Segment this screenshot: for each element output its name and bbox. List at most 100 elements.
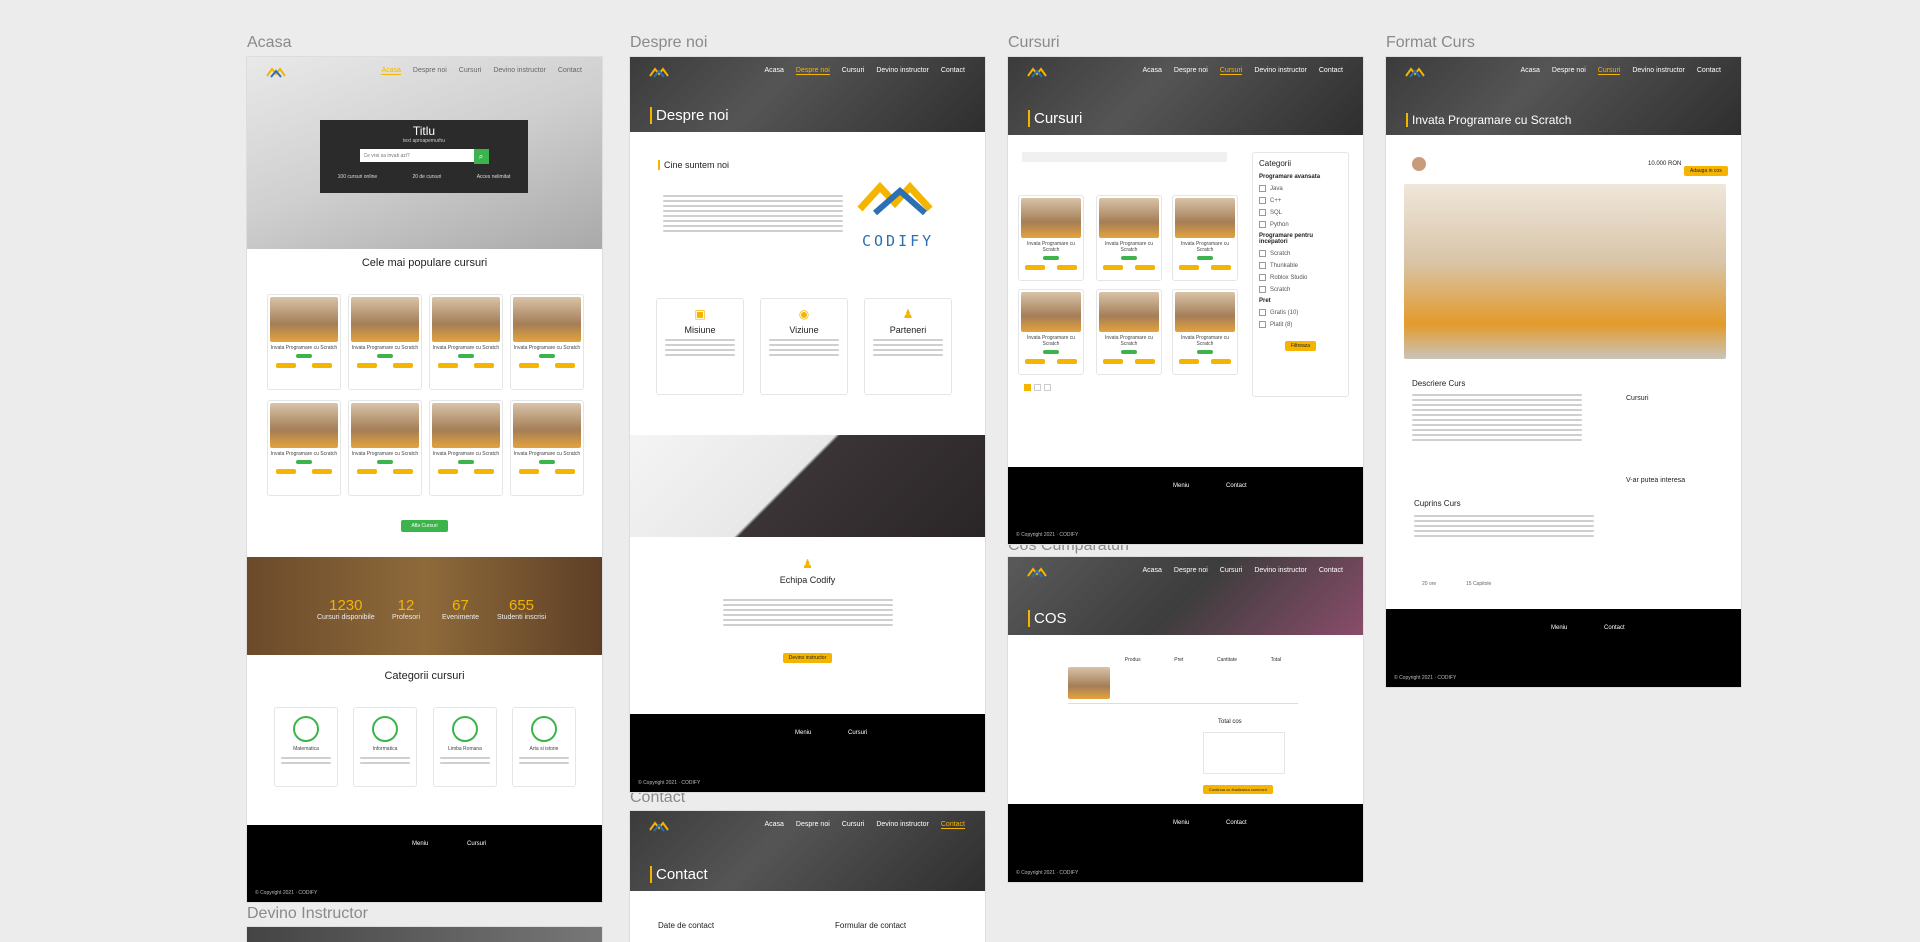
nav-devino[interactable]: Devino instructor bbox=[1632, 67, 1685, 75]
details-button[interactable] bbox=[1103, 359, 1123, 364]
filter-checkbox[interactable]: Platit (8) bbox=[1259, 321, 1342, 328]
checkout-button[interactable]: Continua cu finalizarea comenzii bbox=[1203, 785, 1273, 794]
course-card[interactable]: Invata Programare cu Scratch bbox=[1018, 289, 1084, 375]
nav-devino[interactable]: Devino instructor bbox=[876, 67, 929, 75]
nav-cursuri[interactable]: Cursuri bbox=[842, 821, 865, 829]
nav-acasa[interactable]: Acasa bbox=[381, 67, 401, 75]
nav-contact[interactable]: Contact bbox=[940, 821, 965, 829]
category-card[interactable]: Informatica bbox=[353, 707, 417, 787]
nav-acasa[interactable]: Acasa bbox=[1142, 567, 1161, 574]
details-button[interactable] bbox=[1025, 359, 1045, 364]
codify-logo bbox=[1027, 67, 1047, 78]
pagination[interactable] bbox=[1024, 384, 1051, 391]
buy-button[interactable] bbox=[1057, 265, 1077, 270]
buy-button[interactable] bbox=[1135, 265, 1155, 270]
nav-despre[interactable]: Despre noi bbox=[1174, 67, 1208, 75]
filter-checkbox[interactable]: SQL bbox=[1259, 209, 1342, 216]
filter-checkbox[interactable]: C++ bbox=[1259, 197, 1342, 204]
nav-despre[interactable]: Despre noi bbox=[1552, 67, 1586, 75]
buy-button[interactable] bbox=[474, 469, 494, 474]
course-card[interactable]: Invata Programare cu Scratch bbox=[429, 400, 503, 496]
buy-button[interactable] bbox=[393, 469, 413, 474]
filter-checkbox[interactable]: Roblox Studio bbox=[1259, 274, 1342, 281]
nav-cursuri[interactable]: Cursuri bbox=[842, 67, 865, 75]
buy-button[interactable] bbox=[555, 469, 575, 474]
course-card[interactable]: Invata Programare cu Scratch bbox=[348, 400, 422, 496]
nav-contact[interactable]: Contact bbox=[1697, 67, 1721, 75]
buy-button[interactable] bbox=[1135, 359, 1155, 364]
buy-button[interactable] bbox=[1211, 359, 1231, 364]
nav-cursuri[interactable]: Cursuri bbox=[459, 67, 482, 75]
course-card[interactable]: Invata Programare cu Scratch bbox=[267, 400, 341, 496]
filter-checkbox[interactable]: Gratis (10) bbox=[1259, 309, 1342, 316]
course-thumbnail bbox=[1099, 292, 1159, 332]
details-button[interactable] bbox=[1179, 265, 1199, 270]
course-card[interactable]: Invata Programare cu Scratch bbox=[510, 294, 584, 390]
filter-button[interactable]: Filtreaza bbox=[1284, 341, 1317, 351]
nav-acasa[interactable]: Acasa bbox=[764, 821, 783, 829]
buy-button[interactable] bbox=[1057, 359, 1077, 364]
details-button[interactable] bbox=[438, 469, 458, 474]
nav-acasa[interactable]: Acasa bbox=[1520, 67, 1539, 75]
nav-devino[interactable]: Devino instructor bbox=[1254, 67, 1307, 75]
details-button[interactable] bbox=[357, 363, 377, 368]
filter-checkbox[interactable]: Java bbox=[1259, 185, 1342, 192]
details-button[interactable] bbox=[276, 363, 296, 368]
rating-badge bbox=[539, 354, 555, 358]
sort-bar[interactable] bbox=[1022, 152, 1227, 162]
nav-devino[interactable]: Devino instructor bbox=[1254, 567, 1307, 574]
nav-despre[interactable]: Despre noi bbox=[795, 67, 830, 75]
course-card[interactable]: Invata Programare cu Scratch bbox=[267, 294, 341, 390]
nav-contact[interactable]: Contact bbox=[1319, 567, 1343, 574]
details-button[interactable] bbox=[1179, 359, 1199, 364]
nav-despre[interactable]: Despre noi bbox=[796, 821, 830, 829]
nav-contact[interactable]: Contact bbox=[1319, 67, 1343, 75]
search-button[interactable]: ⌕ bbox=[473, 149, 489, 164]
nav-acasa[interactable]: Acasa bbox=[764, 67, 783, 75]
course-card[interactable]: Invata Programare cu Scratch bbox=[348, 294, 422, 390]
buy-button[interactable] bbox=[474, 363, 494, 368]
frame-label-format: Format Curs bbox=[1386, 34, 1475, 51]
nav-despre[interactable]: Despre noi bbox=[413, 67, 447, 75]
course-card[interactable]: Invata Programare cu Scratch bbox=[1018, 195, 1084, 281]
category-card[interactable]: Matematica bbox=[274, 707, 338, 787]
nav-despre[interactable]: Despre noi bbox=[1174, 567, 1208, 574]
become-instructor-button[interactable]: Devino instructor bbox=[782, 653, 833, 663]
buy-button[interactable] bbox=[1211, 265, 1231, 270]
footer-courses-title: Cursuri bbox=[848, 730, 868, 736]
category-card[interactable]: Limba Romana bbox=[433, 707, 497, 787]
filter-checkbox[interactable]: Thunkable bbox=[1259, 262, 1342, 269]
nav-cursuri[interactable]: Cursuri bbox=[1219, 67, 1243, 75]
details-button[interactable] bbox=[276, 469, 296, 474]
search-input[interactable] bbox=[359, 149, 474, 162]
details-button[interactable] bbox=[519, 363, 539, 368]
buy-button[interactable] bbox=[312, 469, 332, 474]
nav-devino[interactable]: Devino instructor bbox=[876, 821, 929, 829]
buy-button[interactable] bbox=[555, 363, 575, 368]
course-card[interactable]: Invata Programare cu Scratch bbox=[1172, 195, 1238, 281]
nav-cursuri[interactable]: Cursuri bbox=[1597, 67, 1621, 75]
details-button[interactable] bbox=[357, 469, 377, 474]
course-card[interactable]: Invata Programare cu Scratch bbox=[1172, 289, 1238, 375]
details-button[interactable] bbox=[1103, 265, 1123, 270]
course-card[interactable]: Invata Programare cu Scratch bbox=[1096, 195, 1162, 281]
buy-button[interactable] bbox=[393, 363, 413, 368]
nav-devino[interactable]: Devino instructor bbox=[493, 67, 546, 75]
add-to-cart-button[interactable]: Adauga in cos bbox=[1684, 166, 1728, 176]
buy-button[interactable] bbox=[312, 363, 332, 368]
details-button[interactable] bbox=[438, 363, 458, 368]
filter-checkbox[interactable]: Scratch bbox=[1259, 250, 1342, 257]
course-card[interactable]: Invata Programare cu Scratch bbox=[1096, 289, 1162, 375]
filter-checkbox[interactable]: Python bbox=[1259, 221, 1342, 228]
details-button[interactable] bbox=[1025, 265, 1045, 270]
nav-contact[interactable]: Contact bbox=[558, 67, 582, 75]
nav-acasa[interactable]: Acasa bbox=[1142, 67, 1161, 75]
all-courses-button[interactable]: Afla Cursuri bbox=[401, 520, 448, 532]
nav-contact[interactable]: Contact bbox=[941, 67, 965, 75]
details-button[interactable] bbox=[519, 469, 539, 474]
category-card[interactable]: Arta si istorie bbox=[512, 707, 576, 787]
nav-cursuri[interactable]: Cursuri bbox=[1220, 567, 1243, 574]
filter-checkbox[interactable]: Scratch bbox=[1259, 286, 1342, 293]
course-card[interactable]: Invata Programare cu Scratch bbox=[429, 294, 503, 390]
course-card[interactable]: Invata Programare cu Scratch bbox=[510, 400, 584, 496]
